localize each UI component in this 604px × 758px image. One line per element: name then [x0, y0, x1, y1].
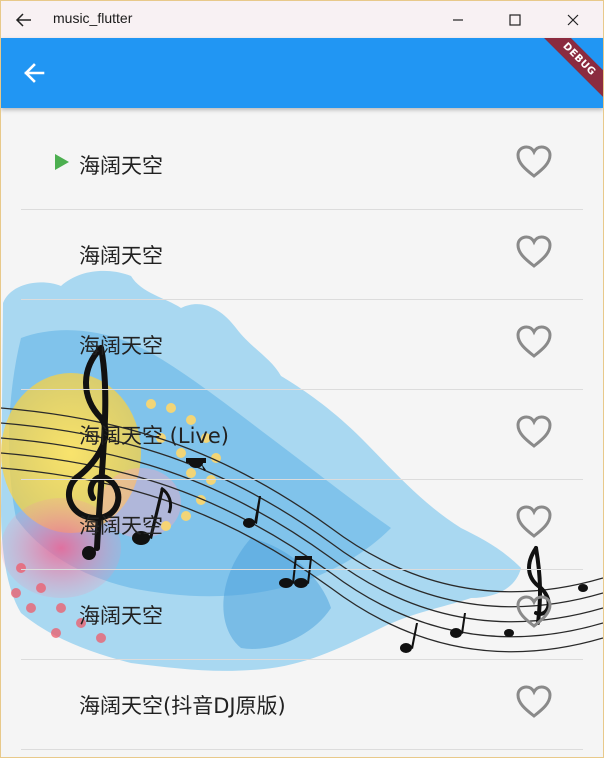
favorite-heart-icon[interactable]	[515, 414, 553, 450]
favorite-heart-icon[interactable]	[515, 324, 553, 360]
window-title: music_flutter	[53, 10, 133, 26]
song-title: 海阔天空	[79, 244, 163, 268]
app-window: music_flutter DEBUG 海阔天空 海阔天空 海阔天空 海阔天空 …	[0, 0, 604, 758]
close-button[interactable]	[544, 1, 602, 38]
window-back-icon[interactable]	[13, 9, 35, 31]
song-title: 海阔天空 (Live)	[79, 424, 229, 448]
list-item[interactable]: 海阔天空	[21, 570, 583, 660]
maximize-button[interactable]	[486, 1, 544, 38]
app-bar: DEBUG	[1, 38, 603, 108]
arrow-back-icon[interactable]	[21, 60, 47, 86]
song-title: 海阔天空	[79, 604, 163, 628]
favorite-heart-icon[interactable]	[515, 504, 553, 540]
song-list: 海阔天空 海阔天空 海阔天空 海阔天空 (Live) 海阔天空 海阔天空 海阔天…	[21, 120, 583, 750]
play-icon	[55, 154, 69, 170]
list-item[interactable]: 海阔天空	[21, 210, 583, 300]
list-item[interactable]: 海阔天空	[21, 120, 583, 210]
list-item[interactable]: 海阔天空	[21, 300, 583, 390]
favorite-heart-icon[interactable]	[515, 234, 553, 270]
song-list-page: 海阔天空 海阔天空 海阔天空 海阔天空 (Live) 海阔天空 海阔天空 海阔天…	[1, 108, 603, 757]
debug-banner: DEBUG	[529, 38, 603, 108]
list-item[interactable]: 海阔天空 (Live)	[21, 390, 583, 480]
favorite-heart-icon[interactable]	[515, 594, 553, 630]
minimize-button[interactable]	[429, 1, 487, 38]
list-item[interactable]: 海阔天空(抖音DJ原版)	[21, 660, 583, 750]
favorite-heart-icon[interactable]	[515, 684, 553, 720]
song-title: 海阔天空(抖音DJ原版)	[79, 694, 286, 718]
window-titlebar: music_flutter	[1, 1, 603, 38]
favorite-heart-icon[interactable]	[515, 144, 553, 180]
song-title: 海阔天空	[79, 514, 163, 538]
song-title: 海阔天空	[79, 334, 163, 358]
song-title: 海阔天空	[79, 154, 163, 178]
list-item[interactable]: 海阔天空	[21, 480, 583, 570]
